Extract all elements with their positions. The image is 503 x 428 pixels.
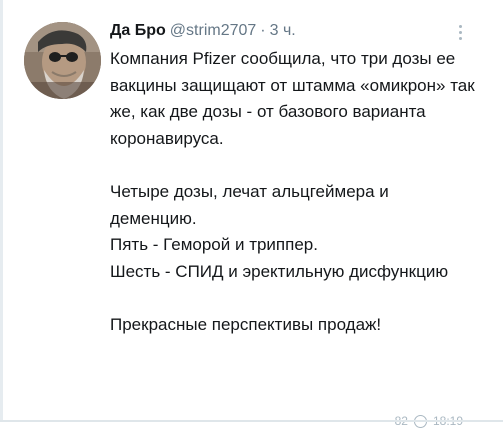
card-left-border [0, 0, 3, 422]
user-handle[interactable]: @strim2707 [170, 22, 257, 40]
display-name[interactable]: Да Бро [110, 22, 166, 40]
more-vertical-icon [458, 24, 462, 28]
avatar[interactable] [24, 22, 101, 99]
more-options-button[interactable] [452, 20, 468, 44]
avatar-image [24, 22, 101, 99]
tweet-card: Да Бро @strim2707 · 3 ч. Компания Pfizer… [0, 0, 503, 428]
more-vertical-icon [458, 36, 462, 40]
tweet-paragraph: Пять - Геморой и триппер. [110, 235, 318, 254]
tweet-timestamp[interactable]: 3 ч. [270, 22, 296, 40]
separator-dot: · [260, 22, 266, 39]
tweet-paragraph: Прекрасные перспективы продаж! [110, 315, 382, 334]
tweet-header: Да Бро @strim2707 · 3 ч. [110, 19, 296, 43]
tweet-paragraph: Четыре дозы, лечат альцгеймера и деменци… [110, 182, 389, 228]
tweet-text: Компания Pfizer сообщила, что три дозы е… [110, 46, 480, 339]
tweet-paragraph: Компания Pfizer сообщила, что три дозы е… [110, 49, 475, 148]
tweet-paragraph: Шесть - СПИД и эректильную дисфункцию [110, 261, 449, 281]
more-vertical-icon [458, 30, 462, 34]
